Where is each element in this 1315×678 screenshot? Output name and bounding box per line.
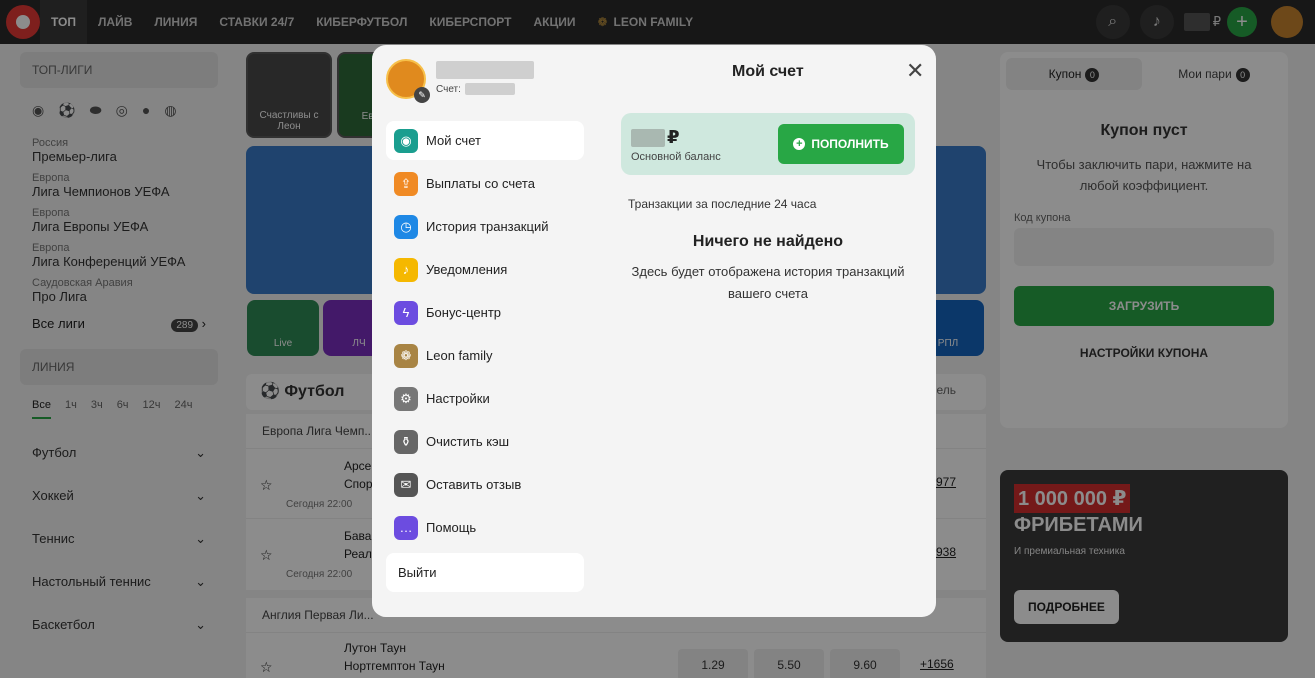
account-number: Счет:: [436, 83, 515, 95]
menu-item-bonus-center[interactable]: ϟ Бонус-центр: [386, 293, 584, 332]
mail-icon: ✉: [394, 472, 418, 497]
menu-item-label: Уведомления: [426, 262, 508, 277]
menu-item-feedback[interactable]: ✉ Оставить отзыв: [386, 465, 584, 504]
menu-item-my-account[interactable]: ◉ Мой счет: [386, 121, 584, 160]
user-circle-icon: ◉: [394, 128, 418, 153]
menu-item-label: Очистить кэш: [426, 434, 510, 449]
plus-circle-icon: +: [793, 138, 806, 150]
empty-state-description: Здесь будет отображена история транзакци…: [631, 264, 905, 301]
logout-button[interactable]: Выйти: [386, 553, 584, 592]
close-icon[interactable]: ✕: [906, 60, 924, 82]
hidden-balance: [631, 128, 665, 147]
transactions-title: Транзакции за последние 24 часа: [628, 197, 817, 211]
menu-item-label: История транзакций: [426, 219, 549, 234]
paw-icon: ❁: [394, 343, 418, 368]
menu-item-label: Выплаты со счета: [426, 176, 535, 191]
lightning-icon: ϟ: [394, 300, 418, 325]
menu-item-leon-family[interactable]: ❁ Leon family: [386, 336, 584, 375]
menu-item-label: Бонус-центр: [426, 305, 502, 320]
menu-item-label: Настройки: [426, 391, 490, 406]
account-label: Счет:: [436, 83, 461, 95]
topup-label: ПОПОЛНИТЬ: [811, 137, 889, 151]
account-menu: ◉ Мой счет ⇪ Выплаты со счета ◷ История тра…: [386, 121, 584, 596]
edit-pencil-icon[interactable]: ✎: [414, 87, 430, 103]
account-modal: ✎ Счет: Мой счет ✕ ◉ Мой счет ⇪ Выплаты со…: [372, 45, 936, 617]
menu-item-label: Мой счет: [426, 133, 481, 148]
topup-button[interactable]: + ПОПОЛНИТЬ: [778, 124, 904, 164]
balance-label: Основной баланс: [631, 151, 721, 163]
menu-item-withdrawals[interactable]: ⇪ Выплаты со счета: [386, 164, 584, 203]
empty-state-title: Ничего не найдено: [692, 233, 844, 250]
balance-currency: ₽: [667, 127, 680, 147]
menu-item-label: Оставить отзыв: [426, 477, 522, 492]
hidden-username: [436, 61, 534, 79]
gear-icon: ⚙: [394, 386, 418, 411]
upload-icon: ⇪: [394, 171, 418, 196]
menu-item-notifications[interactable]: ♪ Уведомления: [386, 250, 584, 289]
clock-icon: ◷: [394, 214, 418, 239]
menu-item-label: Помощь: [426, 520, 477, 535]
balance-amount: ₽: [631, 127, 680, 148]
menu-item-history[interactable]: ◷ История транзакций: [386, 207, 584, 246]
balance-card: ₽ Основной баланс + ПОПОЛНИТЬ: [621, 113, 915, 175]
broom-icon: ⚱: [394, 429, 418, 454]
modal-title: Мой счет: [732, 63, 804, 80]
chat-icon: …: [394, 515, 418, 540]
hidden-account-id: [464, 83, 515, 95]
menu-item-settings[interactable]: ⚙ Настройки: [386, 379, 584, 418]
bell-icon: ♪: [394, 257, 418, 282]
menu-item-help[interactable]: … Помощь: [386, 508, 584, 547]
menu-item-clear-cache[interactable]: ⚱ Очистить кэш: [386, 422, 584, 461]
menu-item-label: Leon family: [426, 348, 493, 363]
